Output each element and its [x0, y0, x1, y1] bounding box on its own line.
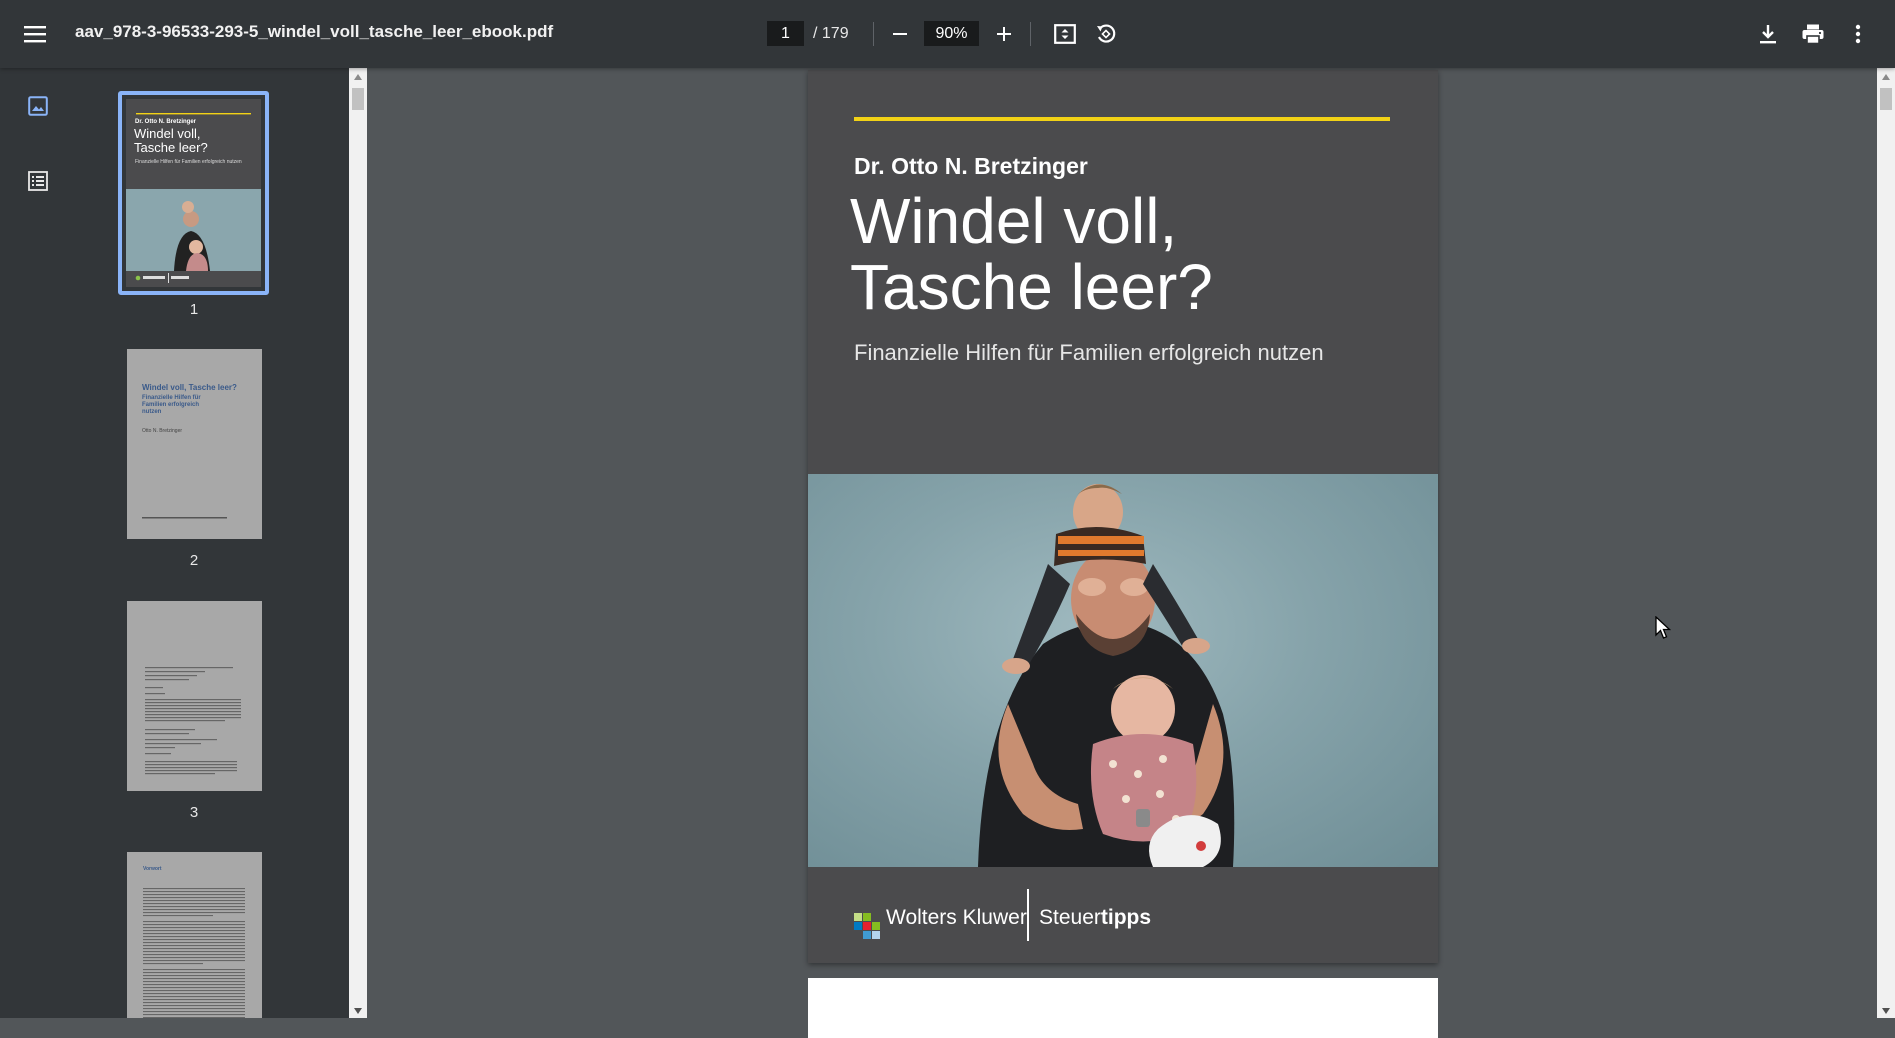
page-total: / 179 [813, 24, 849, 42]
cover-photo [808, 474, 1438, 867]
thumbnail-cover-author: Dr. Otto N. Bretzinger [135, 119, 197, 125]
document-scrollbar-thumb[interactable] [1880, 88, 1892, 110]
thumbnail-text-lines [145, 667, 241, 775]
thumbnail-page-number: 1 [189, 301, 199, 318]
sidebar-scrollbar[interactable] [349, 68, 367, 1018]
thumbnails-view-button[interactable] [18, 86, 58, 126]
page-thumbnail-4[interactable]: Vorwort [127, 852, 262, 1018]
thumbnail-page-number: 3 [189, 804, 199, 821]
zoom-out-button[interactable] [880, 14, 920, 54]
cover-subtitle: Finanzielle Hilfen für Familien erfolgre… [854, 340, 1324, 365]
thumbnail-text-lines [143, 888, 245, 1018]
more-vert-icon [1855, 24, 1861, 44]
document-scrollbar[interactable] [1877, 68, 1895, 1018]
thumbnail-cover-subtitle: Finanzielle Hilfen für Familien erfolgre… [135, 159, 242, 165]
list-icon [28, 171, 48, 191]
minus-icon [893, 33, 907, 35]
cover-accent-line [854, 117, 1390, 121]
page-thumbnail-3[interactable] [127, 601, 262, 791]
page-thumbnail-1[interactable]: Dr. Otto N. Bretzinger Windel voll, Tasc… [126, 99, 261, 287]
plus-icon [997, 27, 1011, 41]
hamburger-menu-icon[interactable] [15, 14, 55, 54]
scroll-up-arrow-icon[interactable] [1882, 74, 1890, 80]
fit-to-page-button[interactable] [1045, 14, 1085, 54]
zoom-level-input[interactable] [924, 21, 979, 46]
imprint-name: Steuertipps [1039, 906, 1151, 930]
thumbnail-list: Dr. Otto N. Bretzinger Windel voll, Tasc… [75, 68, 349, 1018]
thumbnail-cover-title: Windel voll, Tasche leer? [134, 126, 208, 155]
cover-title-line-1: Windel voll, [850, 185, 1178, 257]
scroll-down-arrow-icon[interactable] [354, 1008, 362, 1014]
cover-publisher-bar: Wolters Kluwer Steuertipps [808, 867, 1438, 963]
mouse-cursor-icon [1655, 616, 1671, 639]
wolters-kluwer-logo-icon [854, 913, 880, 939]
thumbnail-publisher-line [142, 517, 227, 519]
download-icon [1760, 25, 1776, 44]
pdf-toolbar: aav_978-3-96533-293-5_windel_voll_tasche… [0, 0, 1895, 68]
cover-title-line-2: Tasche leer? [850, 251, 1213, 323]
publisher-separator [1027, 889, 1029, 941]
scroll-up-arrow-icon[interactable] [354, 74, 362, 80]
download-button[interactable] [1748, 14, 1788, 54]
page-number-input[interactable] [767, 21, 804, 46]
rotate-button[interactable] [1086, 14, 1126, 54]
pdf-page-1: Dr. Otto N. Bretzinger Windel voll, Tasc… [808, 70, 1438, 963]
pdf-page-2-top [808, 978, 1438, 1038]
toolbar-divider [873, 22, 874, 46]
imprint-bold: tipps [1100, 906, 1152, 929]
cover-author: Dr. Otto N. Bretzinger [854, 153, 1088, 179]
more-options-button[interactable] [1838, 14, 1878, 54]
toolbar-divider [1030, 22, 1031, 46]
page-navigator: / 179 [767, 21, 849, 46]
publisher-name: Wolters Kluwer [886, 906, 1027, 929]
family-photo-illustration [978, 484, 1235, 867]
image-icon [28, 96, 48, 116]
fit-to-page-icon [1054, 24, 1076, 44]
thumbnail-page-number: 2 [189, 552, 199, 569]
print-button[interactable] [1793, 14, 1833, 54]
imprint-regular: Steuer [1039, 906, 1101, 929]
page-thumbnail-2[interactable]: Windel voll, Tasche leer? Finanzielle Hi… [127, 349, 262, 539]
document-title: aav_978-3-96533-293-5_windel_voll_tasche… [75, 22, 554, 41]
outline-view-button[interactable] [18, 161, 58, 201]
rotate-counterclockwise-icon [1097, 24, 1116, 43]
cover-title: Windel voll, Tasche leer? [850, 188, 1410, 320]
zoom-in-button[interactable] [984, 14, 1024, 54]
thumbnail-sidebar: Dr. Otto N. Bretzinger Windel voll, Tasc… [0, 68, 349, 1018]
thumbnail-heading: Vorwort [143, 866, 162, 872]
sidebar-view-switcher [0, 68, 75, 1018]
sidebar-scrollbar-thumb[interactable] [352, 88, 364, 110]
print-icon [1802, 24, 1824, 44]
scroll-down-arrow-icon[interactable] [1882, 1008, 1890, 1014]
